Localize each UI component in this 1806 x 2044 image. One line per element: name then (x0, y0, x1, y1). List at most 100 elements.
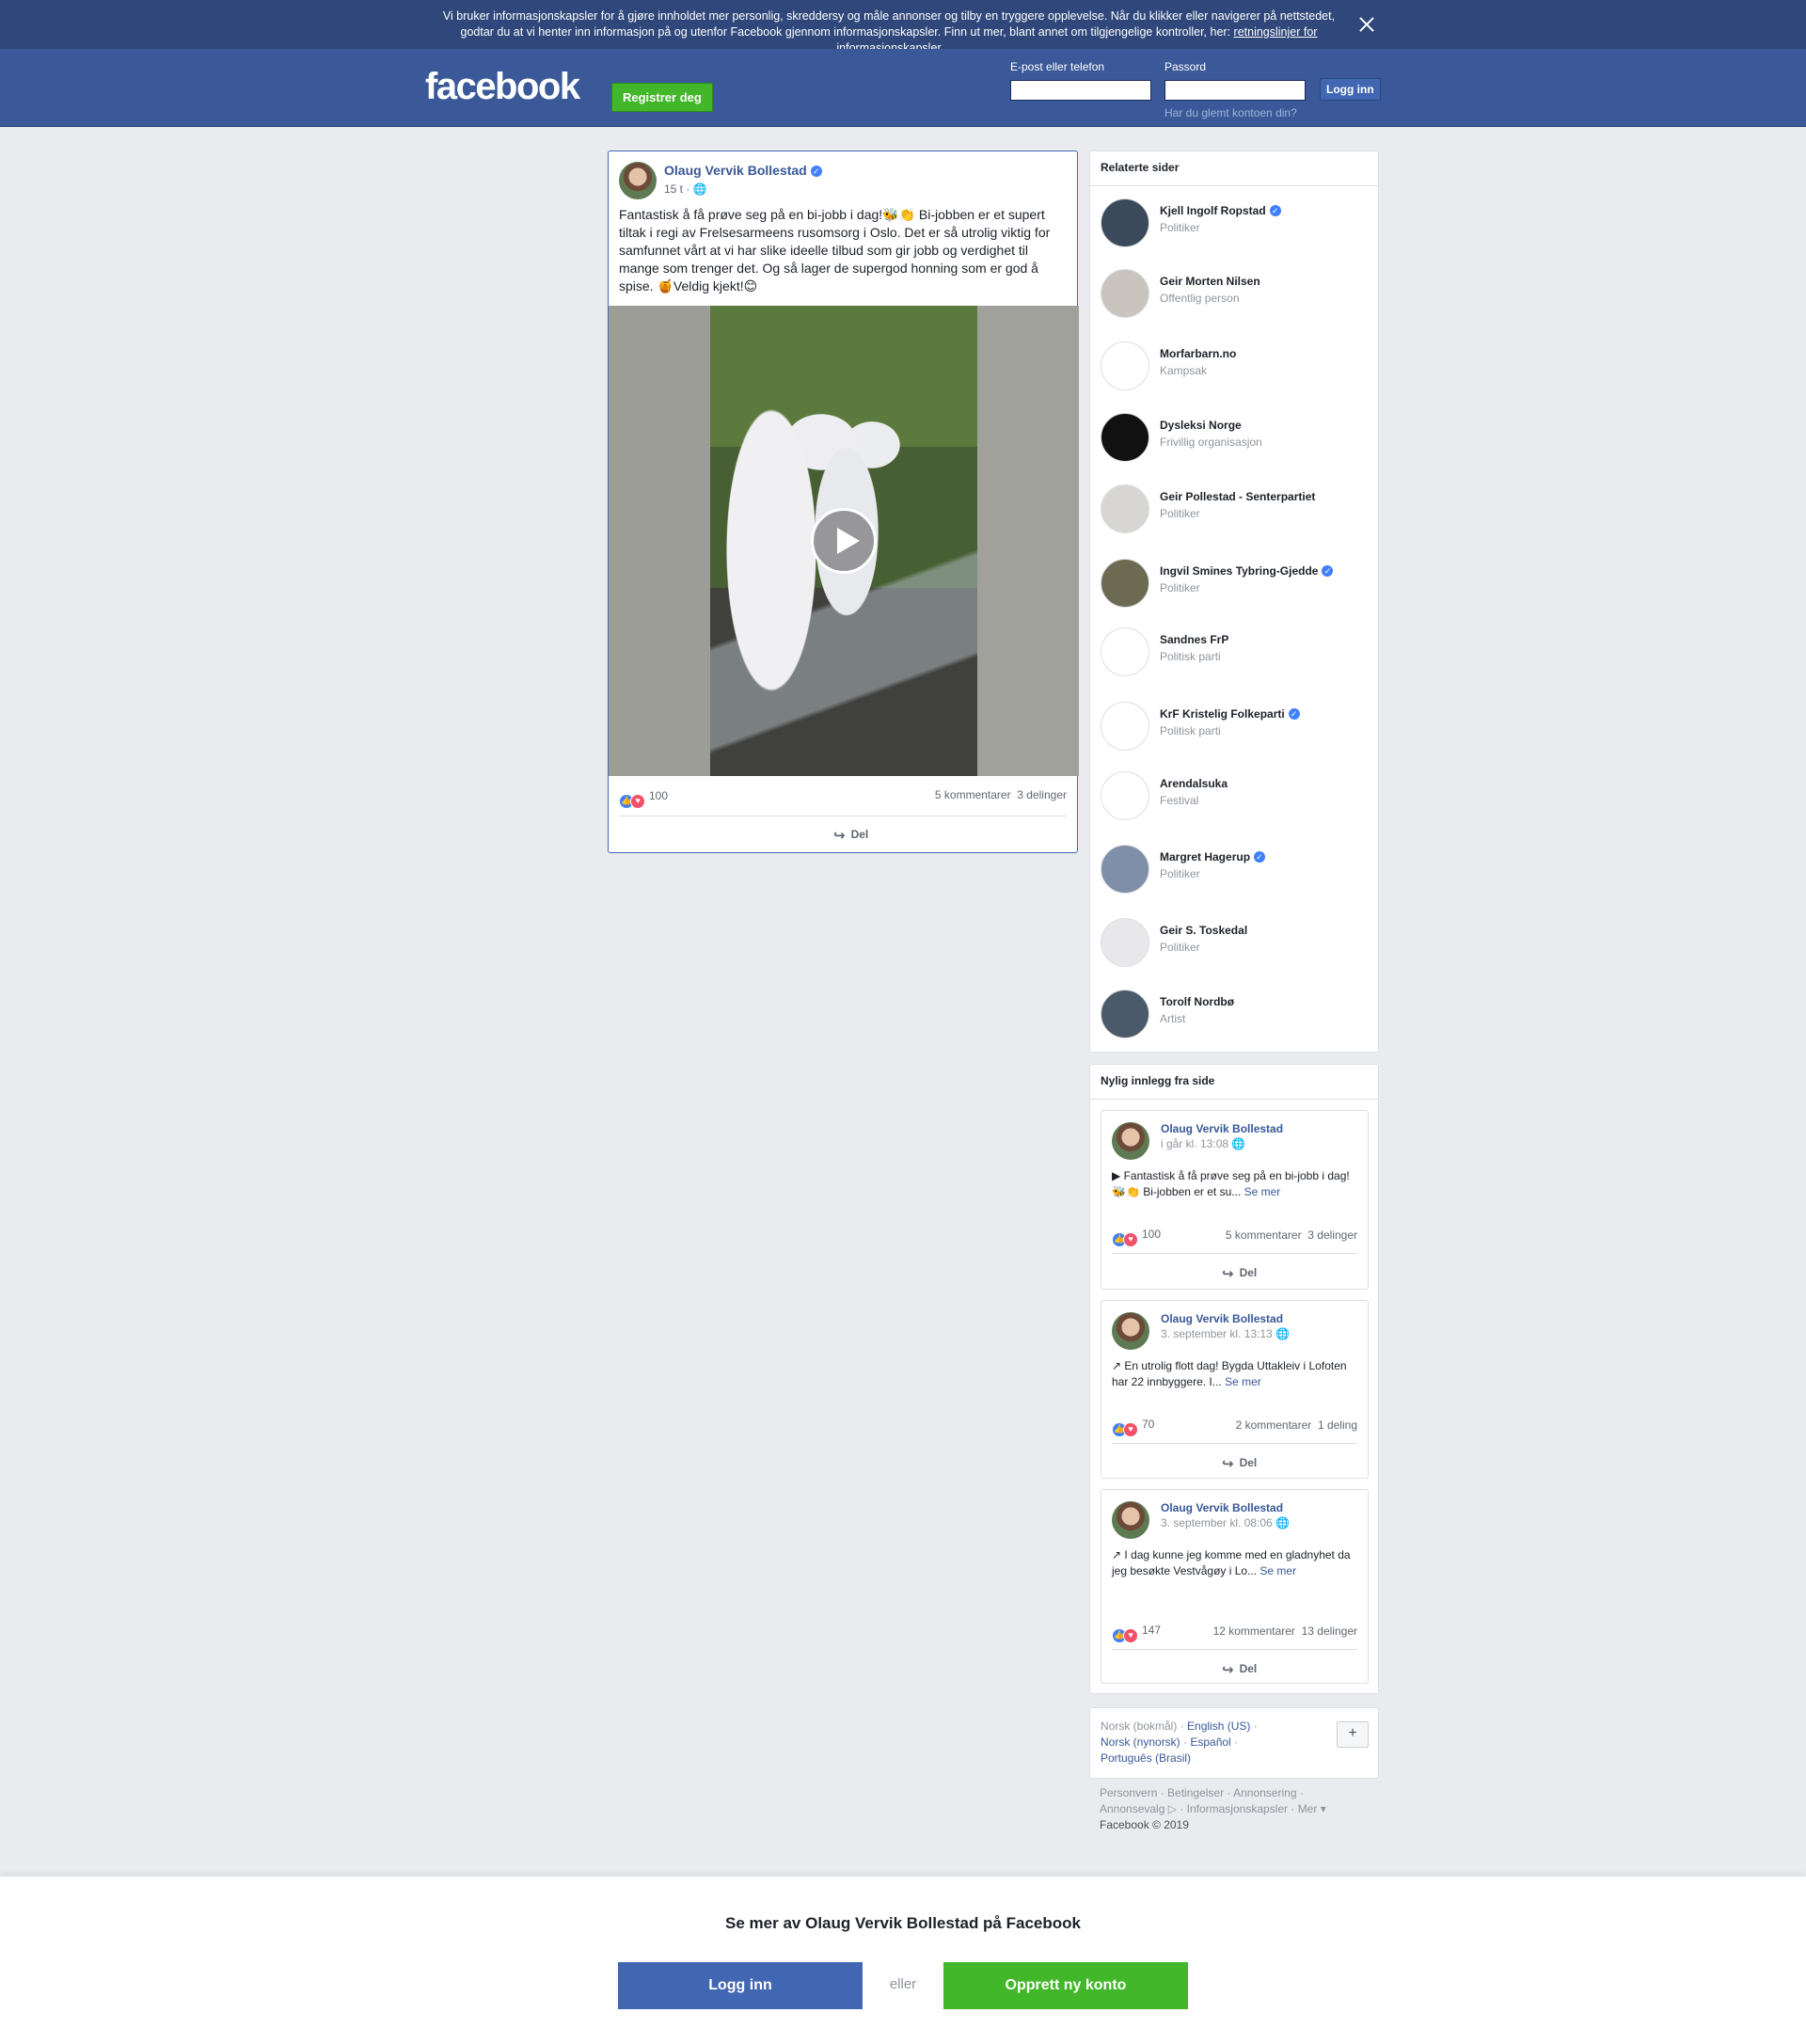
password-input[interactable] (1164, 80, 1306, 101)
register-button[interactable]: Registrer deg (611, 83, 713, 112)
share-button[interactable]: ↪ Del (1222, 1455, 1257, 1472)
related-page-item[interactable]: Arendalsuka Festival (1101, 771, 1373, 822)
related-page-item[interactable]: Geir Pollestad - Senterpartiet Politiker (1101, 484, 1373, 535)
related-page-item[interactable]: Geir S. Toskedal Politiker (1101, 918, 1373, 969)
video-player[interactable] (609, 306, 1079, 776)
avatar[interactable] (1101, 269, 1149, 318)
recent-post-author[interactable]: Olaug Vervik Bollestad (1161, 1312, 1283, 1325)
footer-link[interactable]: Personvern (1100, 1786, 1157, 1799)
share-button[interactable]: ↪ Del (1222, 1661, 1257, 1678)
avatar[interactable] (1101, 341, 1149, 390)
avatar[interactable] (1101, 413, 1149, 462)
comments-count[interactable]: 5 kommentarer (935, 788, 1011, 801)
shares-count[interactable]: 1 deling (1318, 1418, 1357, 1432)
avatar[interactable] (1101, 484, 1149, 533)
related-title: Relaterte sider (1090, 151, 1378, 186)
recent-post-card[interactable]: Olaug Vervik Bollestad 3. september kl. 0… (1101, 1489, 1369, 1684)
login-button[interactable]: Logg inn (1320, 78, 1381, 101)
related-page-name[interactable]: Kjell Ingolf Ropstad ✓ (1160, 204, 1281, 217)
footer-link[interactable]: Informasjonskapsler (1187, 1802, 1288, 1815)
comments-count[interactable]: 2 kommentarer (1236, 1418, 1312, 1432)
forgot-account-link[interactable]: Har du glemt kontoen din? (1164, 106, 1297, 119)
or-label: eller (889, 1976, 917, 1992)
related-page-name[interactable]: Dysleksi Norge (1160, 419, 1242, 432)
avatar[interactable] (1101, 559, 1149, 608)
facebook-logo[interactable]: facebook (425, 66, 580, 108)
avatar[interactable] (1101, 627, 1149, 676)
related-page-item[interactable]: Sandnes FrP Politisk parti (1101, 627, 1373, 678)
avatar[interactable] (1112, 1122, 1149, 1160)
related-page-name[interactable]: Geir Morten Nilsen (1160, 275, 1260, 288)
avatar[interactable] (1101, 845, 1149, 894)
avatar[interactable] (1101, 990, 1149, 1038)
current-language: Norsk (bokmål) (1101, 1719, 1178, 1733)
more-languages-button[interactable]: + (1337, 1721, 1369, 1748)
related-page-item[interactable]: Kjell Ingolf Ropstad ✓ Politiker (1101, 198, 1373, 249)
shares-count[interactable]: 3 delinger (1017, 788, 1067, 801)
related-page-item[interactable]: Torolf Nordbø Artist (1101, 990, 1373, 1040)
recent-post-author[interactable]: Olaug Vervik Bollestad (1161, 1122, 1283, 1135)
email-input[interactable] (1010, 80, 1151, 101)
related-page-name[interactable]: Sandnes FrP (1160, 633, 1228, 646)
related-page-item[interactable]: Morfarbarn.no Kampsak (1101, 341, 1373, 392)
see-more-link[interactable]: Se mer (1225, 1375, 1261, 1388)
close-icon[interactable] (1355, 13, 1378, 36)
play-icon[interactable] (811, 508, 877, 574)
related-page-category: Politiker (1160, 941, 1200, 954)
related-page-name[interactable]: Morfarbarn.no (1160, 347, 1236, 360)
language-link[interactable]: Português (Brasil) (1101, 1751, 1191, 1765)
footer-link[interactable]: Annonsevalg ▷ (1100, 1802, 1177, 1815)
avatar[interactable] (1101, 702, 1149, 751)
video-icon: ▶ (1112, 1169, 1121, 1182)
related-page-item[interactable]: Geir Morten Nilsen Offentlig person (1101, 269, 1373, 320)
avatar[interactable] (1101, 771, 1149, 820)
related-page-name[interactable]: Ingvil Smines Tybring-Gjedde ✓ (1160, 564, 1334, 578)
recent-post-time[interactable]: i går kl. 13:08 🌐 (1161, 1137, 1245, 1150)
post-card: Olaug Vervik Bollestad ✓ 15 t · 🌐 Fantast… (608, 151, 1079, 853)
see-more-link[interactable]: Se mer (1259, 1564, 1296, 1577)
related-page-name[interactable]: Torolf Nordbø (1160, 995, 1234, 1008)
create-account-button[interactable]: Opprett ny konto (943, 1962, 1188, 2009)
shares-count[interactable]: 3 delinger (1307, 1228, 1357, 1242)
avatar[interactable] (1112, 1501, 1149, 1539)
comments-count[interactable]: 5 kommentarer (1226, 1228, 1302, 1242)
recent-post-time[interactable]: 3. september kl. 13:13 🌐 (1161, 1327, 1290, 1340)
avatar[interactable] (619, 162, 657, 199)
related-page-name[interactable]: Geir Pollestad - Senterpartiet (1160, 490, 1315, 503)
related-page-item[interactable]: KrF Kristelig Folkeparti ✓ Politisk parti (1101, 702, 1373, 753)
related-page-name[interactable]: KrF Kristelig Folkeparti ✓ (1160, 707, 1300, 721)
recent-post-author[interactable]: Olaug Vervik Bollestad (1161, 1501, 1283, 1514)
recent-post-card[interactable]: Olaug Vervik Bollestad 3. september kl. 1… (1101, 1300, 1369, 1479)
post-timestamp[interactable]: 15 t · 🌐 (664, 182, 707, 196)
language-link[interactable]: Norsk (nynorsk) (1101, 1735, 1180, 1749)
related-page-item[interactable]: Ingvil Smines Tybring-Gjedde ✓ Politiker (1101, 559, 1373, 610)
related-page-name-text: Sandnes FrP (1160, 633, 1229, 646)
comments-count[interactable]: 12 kommentarer (1213, 1624, 1295, 1638)
reaction-summary[interactable]: 👍 ♥ 100 (1112, 1228, 1161, 1247)
language-link[interactable]: Español (1190, 1735, 1230, 1749)
footer-link[interactable]: Betingelser (1167, 1786, 1224, 1799)
post-author[interactable]: Olaug Vervik Bollestad ✓ (664, 163, 822, 178)
reaction-summary[interactable]: 👍 ♥ 70 (1112, 1418, 1154, 1437)
avatar[interactable] (1101, 918, 1149, 967)
bottom-login-button[interactable]: Logg inn (618, 1962, 863, 2009)
shares-count[interactable]: 13 delinger (1302, 1624, 1357, 1638)
see-more-link[interactable]: Se mer (1244, 1185, 1281, 1198)
footer-link[interactable]: Annonsering (1233, 1786, 1296, 1799)
avatar[interactable] (1101, 198, 1149, 247)
recent-post-card[interactable]: Olaug Vervik Bollestad i går kl. 13:08 🌐 ▶… (1101, 1110, 1369, 1290)
related-page-name[interactable]: Geir S. Toskedal (1160, 924, 1247, 937)
related-page-name[interactable]: Margret Hagerup ✓ (1160, 850, 1266, 864)
reaction-summary[interactable]: 👍 ♥ 100 (619, 789, 668, 809)
related-page-item[interactable]: Margret Hagerup ✓ Politiker (1101, 845, 1373, 895)
language-link[interactable]: English (US) (1187, 1719, 1250, 1733)
recent-post-time[interactable]: 3. september kl. 08:06 🌐 (1161, 1516, 1290, 1529)
related-page-name[interactable]: Arendalsuka (1160, 777, 1228, 790)
share-button[interactable]: ↪ Del (833, 827, 868, 844)
avatar[interactable] (1112, 1312, 1149, 1350)
footer-link[interactable]: Mer ▾ (1298, 1802, 1326, 1815)
reaction-summary[interactable]: 👍 ♥ 147 (1112, 1624, 1161, 1643)
related-page-item[interactable]: Dysleksi Norge Frivillig organisasjon (1101, 413, 1373, 464)
related-page-category: Offentlig person (1160, 292, 1240, 305)
share-button[interactable]: ↪ Del (1222, 1265, 1257, 1282)
